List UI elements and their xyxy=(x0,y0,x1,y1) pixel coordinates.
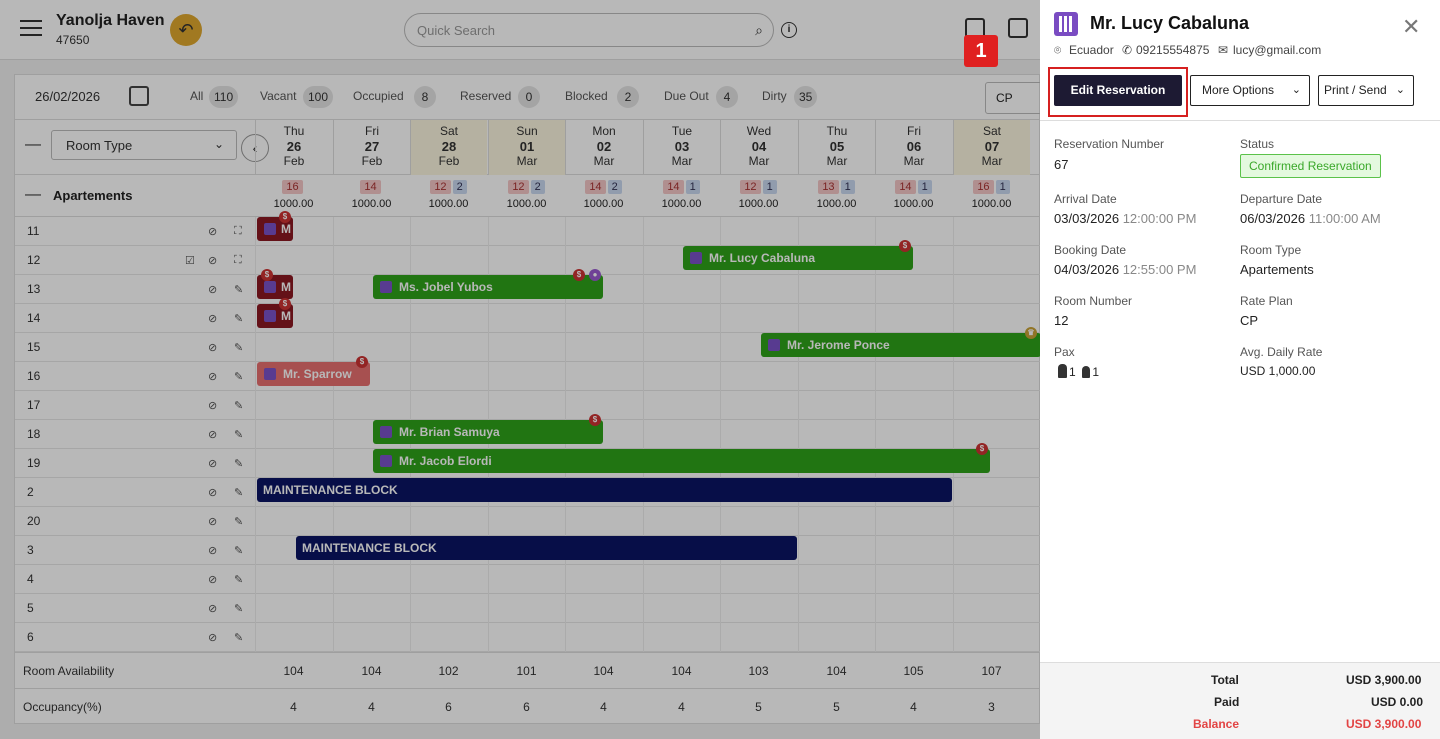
adult-count: 1 xyxy=(1069,365,1076,379)
location-icon: ⌾ xyxy=(1054,43,1062,57)
more-options-button[interactable]: More Options ⌄ xyxy=(1190,75,1310,106)
departure-time: 11:00:00 AM xyxy=(1308,211,1381,226)
booking-date-value: 04/03/2026 xyxy=(1054,262,1120,277)
child-count: 1 xyxy=(1092,365,1100,379)
step-marker: 1 xyxy=(964,35,998,67)
print-send-label: Print / Send xyxy=(1324,83,1387,97)
departure-date: 06/03/2026 11:00:00 AM xyxy=(1240,211,1381,226)
paid-label: Paid xyxy=(1214,695,1240,709)
edit-reservation-button[interactable]: Edit Reservation xyxy=(1054,75,1182,106)
arrival-date-label: Arrival Date xyxy=(1054,192,1117,206)
guest-phone: 09215554875 xyxy=(1136,43,1210,57)
paid-value: USD 0.00 xyxy=(1371,695,1424,709)
more-options-label: More Options xyxy=(1202,83,1275,97)
balance-label: Balance xyxy=(1193,717,1240,731)
avg-daily-rate: USD 1,000.00 xyxy=(1240,364,1316,378)
close-icon[interactable]: ✕ xyxy=(1402,14,1420,40)
reservation-number-label: Reservation Number xyxy=(1054,137,1165,151)
reservation-number: 67 xyxy=(1054,157,1069,172)
arrival-time: 12:00:00 PM xyxy=(1122,211,1197,226)
guest-name: Mr. Lucy Cabaluna xyxy=(1090,13,1250,33)
chevron-down-icon: ⌄ xyxy=(1291,84,1301,96)
room-number: 12 xyxy=(1054,313,1069,328)
rate-plan-label: Rate Plan xyxy=(1240,294,1293,308)
total-value: USD 3,900.00 xyxy=(1346,673,1422,687)
phone-icon: ✆ xyxy=(1122,43,1133,57)
status-badge: Confirmed Reservation xyxy=(1240,154,1381,178)
divider xyxy=(1040,120,1440,121)
booking-date: 04/03/2026 12:55:00 PM xyxy=(1054,262,1196,277)
pax-values: 1 1 xyxy=(1058,364,1099,379)
arrival-date: 03/03/2026 12:00:00 PM xyxy=(1054,211,1196,226)
building-icon xyxy=(1054,12,1078,36)
room-type: Apartements xyxy=(1240,262,1314,277)
rate-plan: CP xyxy=(1240,313,1259,328)
arrival-date-value: 03/03/2026 xyxy=(1054,211,1120,226)
guest-email: lucy@gmail.com xyxy=(1233,43,1322,57)
chevron-down-icon: ⌄ xyxy=(1395,84,1405,96)
child-icon xyxy=(1082,366,1091,378)
departure-date-value: 06/03/2026 xyxy=(1240,211,1306,226)
guest-country: Ecuador xyxy=(1069,43,1114,57)
total-label: Total xyxy=(1211,673,1239,687)
booking-time: 12:55:00 PM xyxy=(1122,262,1197,277)
mail-icon: ✉ xyxy=(1218,43,1229,57)
balance-value: USD 3,900.00 xyxy=(1346,717,1422,731)
room-type-label: Room Type xyxy=(1240,243,1302,257)
pax-label: Pax xyxy=(1054,345,1075,359)
booking-date-label: Booking Date xyxy=(1054,243,1127,257)
totals-panel: Total USD 3,900.00 Paid USD 0.00 Balance… xyxy=(1040,662,1440,739)
room-number-label: Room Number xyxy=(1054,294,1133,308)
departure-date-label: Departure Date xyxy=(1240,192,1323,206)
adult-icon xyxy=(1058,364,1067,378)
status-label: Status xyxy=(1240,137,1275,151)
avg-daily-rate-label: Avg. Daily Rate xyxy=(1240,345,1323,359)
print-send-button[interactable]: Print / Send ⌄ xyxy=(1318,75,1414,106)
